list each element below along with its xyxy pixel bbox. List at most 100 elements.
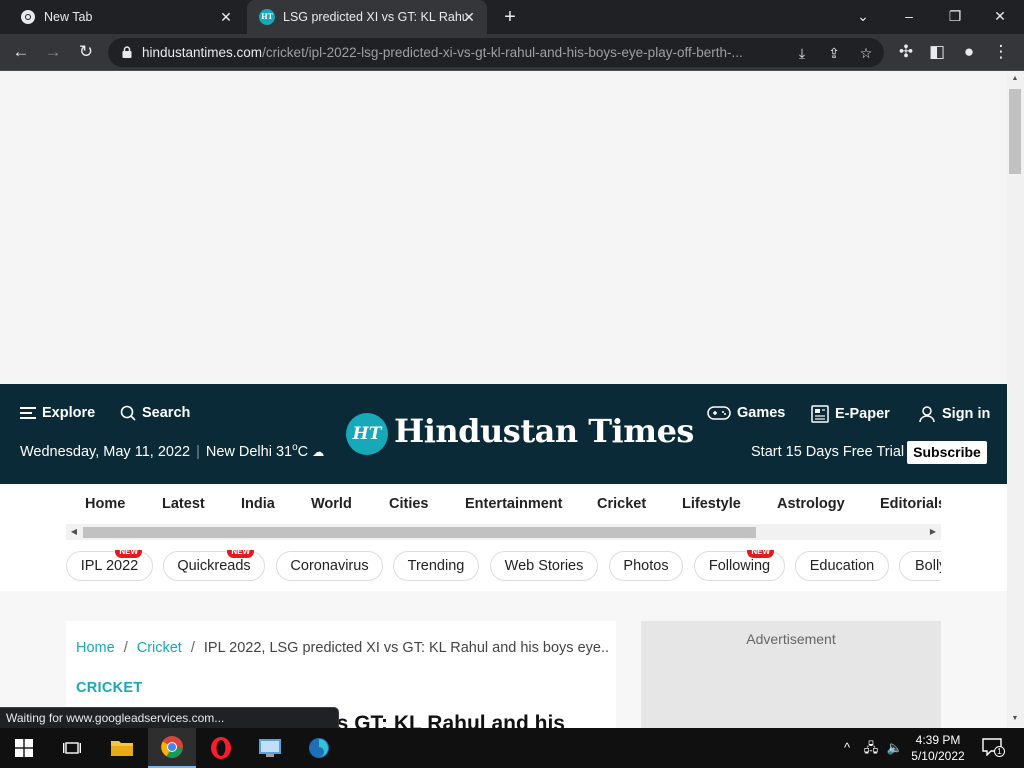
chip-bollywood[interactable]: Bolly (899, 551, 941, 581)
chip-label: Education (809, 558, 875, 574)
close-tab-icon[interactable]: ✕ (461, 9, 477, 25)
scroll-right-arrow-icon[interactable]: ▶ (927, 526, 939, 538)
scroll-down-arrow-icon[interactable]: ▼ (1009, 713, 1021, 725)
chip-education[interactable]: Education (795, 551, 889, 581)
action-center-button[interactable]: 1 (982, 738, 1006, 758)
system-clock[interactable]: 4:39 PM 5/10/2022 (903, 732, 973, 764)
chrome-taskbar-button[interactable] (148, 728, 196, 768)
start-button[interactable] (0, 728, 48, 768)
new-badge: NEW (227, 550, 254, 558)
chip-web-stories[interactable]: Web Stories (490, 551, 598, 581)
address-bar[interactable]: hindustantimes.com/cricket/ipl-2022-lsg-… (108, 38, 884, 67)
url-text: hindustantimes.com/cricket/ipl-2022-lsg-… (142, 45, 790, 60)
more-menu-icon[interactable]: ⋮ (990, 42, 1012, 62)
page-vertical-scrollbar[interactable]: ▲ ▼ (1007, 71, 1024, 727)
nav-item-editorials[interactable]: Editorials (880, 496, 941, 512)
explore-label: Explore (42, 405, 96, 421)
chip-coronavirus[interactable]: Coronavirus (276, 551, 383, 581)
subscribe-button[interactable]: Subscribe (907, 441, 987, 464)
breadcrumb-cricket[interactable]: Cricket (137, 640, 182, 656)
tab-active-article[interactable]: HT LSG predicted XI vs GT: KL Rahul ✕ (247, 0, 487, 34)
chip-label: Coronavirus (290, 558, 369, 574)
sign-in-label: Sign in (942, 406, 991, 422)
sign-in-link[interactable]: Sign in (918, 405, 990, 423)
user-icon (919, 406, 935, 423)
explore-button[interactable]: Explore (20, 405, 95, 421)
nav-item-cricket[interactable]: Cricket (597, 496, 646, 512)
new-badge: NEW (115, 550, 142, 558)
minimize-icon[interactable]: – (898, 6, 920, 26)
tab-title: New Tab (44, 10, 93, 24)
extensions-puzzle-icon[interactable]: ✣ (895, 42, 917, 62)
breadcrumb-current: IPL 2022, LSG predicted XI vs GT: KL Rah… (203, 640, 608, 656)
advertisement-label: Advertisement (746, 631, 836, 647)
monitor-icon (259, 739, 281, 757)
breadcrumb: Home / Cricket / IPL 2022, LSG predicted XI … (76, 640, 608, 656)
epaper-label: E-Paper (835, 406, 890, 422)
lock-icon[interactable] (120, 45, 134, 59)
task-view-button[interactable] (48, 728, 96, 768)
nav-item-home[interactable]: Home (85, 496, 125, 512)
app-taskbar-button[interactable] (295, 728, 343, 768)
new-tab-plus-icon[interactable]: + (500, 7, 520, 27)
forward-arrow-icon[interactable]: → (42, 42, 64, 62)
epaper-link[interactable]: E-Paper (811, 405, 890, 423)
nav-item-cities[interactable]: Cities (389, 496, 429, 512)
network-icon[interactable]: 🖧 (862, 738, 880, 758)
opera-taskbar-button[interactable] (197, 728, 245, 768)
nav-item-latest[interactable]: Latest (162, 496, 205, 512)
ht-logo[interactable]: HT Hindustan Times (346, 410, 694, 456)
nav-item-astrology[interactable]: Astrology (777, 496, 845, 512)
breadcrumb-home[interactable]: Home (76, 640, 115, 656)
nav-horizontal-scrollbar[interactable]: ◀ ▶ (66, 524, 941, 540)
nav-scroll-thumb[interactable] (83, 527, 756, 538)
share-icon[interactable]: ⇪ (824, 43, 844, 63)
restore-icon[interactable]: ❐ (944, 6, 966, 26)
current-date: Wednesday, May 11, 2022 (20, 443, 191, 460)
windows-logo-icon (15, 739, 33, 757)
side-panel-icon[interactable]: ◧ (926, 42, 948, 62)
windows-taskbar: ^ 🖧 🔈 4:39 PM 5/10/2022 1 (0, 728, 1024, 768)
nav-item-lifestyle[interactable]: Lifestyle (682, 496, 741, 512)
scroll-up-arrow-icon[interactable]: ▲ (1009, 73, 1021, 85)
control-panel-taskbar-button[interactable] (246, 728, 294, 768)
app-swirl-icon (309, 738, 329, 758)
section-navigation: Home Latest India World Cities Entertain… (0, 484, 1007, 591)
nav-item-india[interactable]: India (241, 496, 275, 512)
chip-photos[interactable]: Photos (609, 551, 683, 581)
scroll-left-arrow-icon[interactable]: ◀ (68, 526, 80, 538)
chip-ipl-2022[interactable]: IPL 2022 NEW (66, 550, 153, 581)
section-tag[interactable]: CRICKET (76, 680, 143, 696)
reload-icon[interactable]: ↻ (75, 42, 97, 62)
gamepad-icon (707, 406, 731, 420)
tray-chevron-up-icon[interactable]: ^ (838, 738, 856, 758)
chip-label: Bolly (915, 558, 941, 574)
search-button[interactable]: Search (120, 405, 190, 421)
nav-item-entertainment[interactable]: Entertainment (465, 496, 563, 512)
notification-count: 1 (994, 746, 1005, 757)
tab-search-chevron-icon[interactable]: ⌄ (852, 6, 874, 26)
page-scroll-thumb[interactable] (1009, 89, 1021, 174)
bookmark-star-icon[interactable]: ☆ (856, 43, 876, 63)
tab-new-tab[interactable]: New Tab ✕ (0, 0, 244, 34)
chip-quickreads[interactable]: Quickreads NEW (163, 550, 265, 581)
folder-icon (111, 741, 133, 756)
search-label: Search (142, 405, 191, 421)
install-download-icon[interactable]: ⤓ (792, 43, 812, 63)
newspaper-icon (811, 405, 829, 423)
chip-following[interactable]: Following NEW (694, 550, 785, 581)
profile-avatar-icon[interactable]: ● (958, 42, 980, 62)
browser-status-bubble: Waiting for www.googleadservices.com... (0, 707, 339, 729)
window-close-icon[interactable]: ✕ (989, 6, 1011, 26)
task-view-icon (63, 742, 81, 754)
opera-icon (211, 737, 231, 759)
volume-icon[interactable]: 🔈 (886, 738, 904, 758)
date-weather-line: Wednesday, May 11, 2022 | New Delhi 31oC ☁ (20, 442, 325, 460)
nav-item-world[interactable]: World (311, 496, 352, 512)
back-arrow-icon[interactable]: ← (10, 42, 32, 62)
file-explorer-button[interactable] (98, 728, 146, 768)
games-link[interactable]: Games (707, 405, 785, 421)
city-temperature: New Delhi 31 (205, 443, 293, 460)
chip-trending[interactable]: Trending (393, 551, 479, 581)
close-tab-icon[interactable]: ✕ (218, 9, 234, 25)
